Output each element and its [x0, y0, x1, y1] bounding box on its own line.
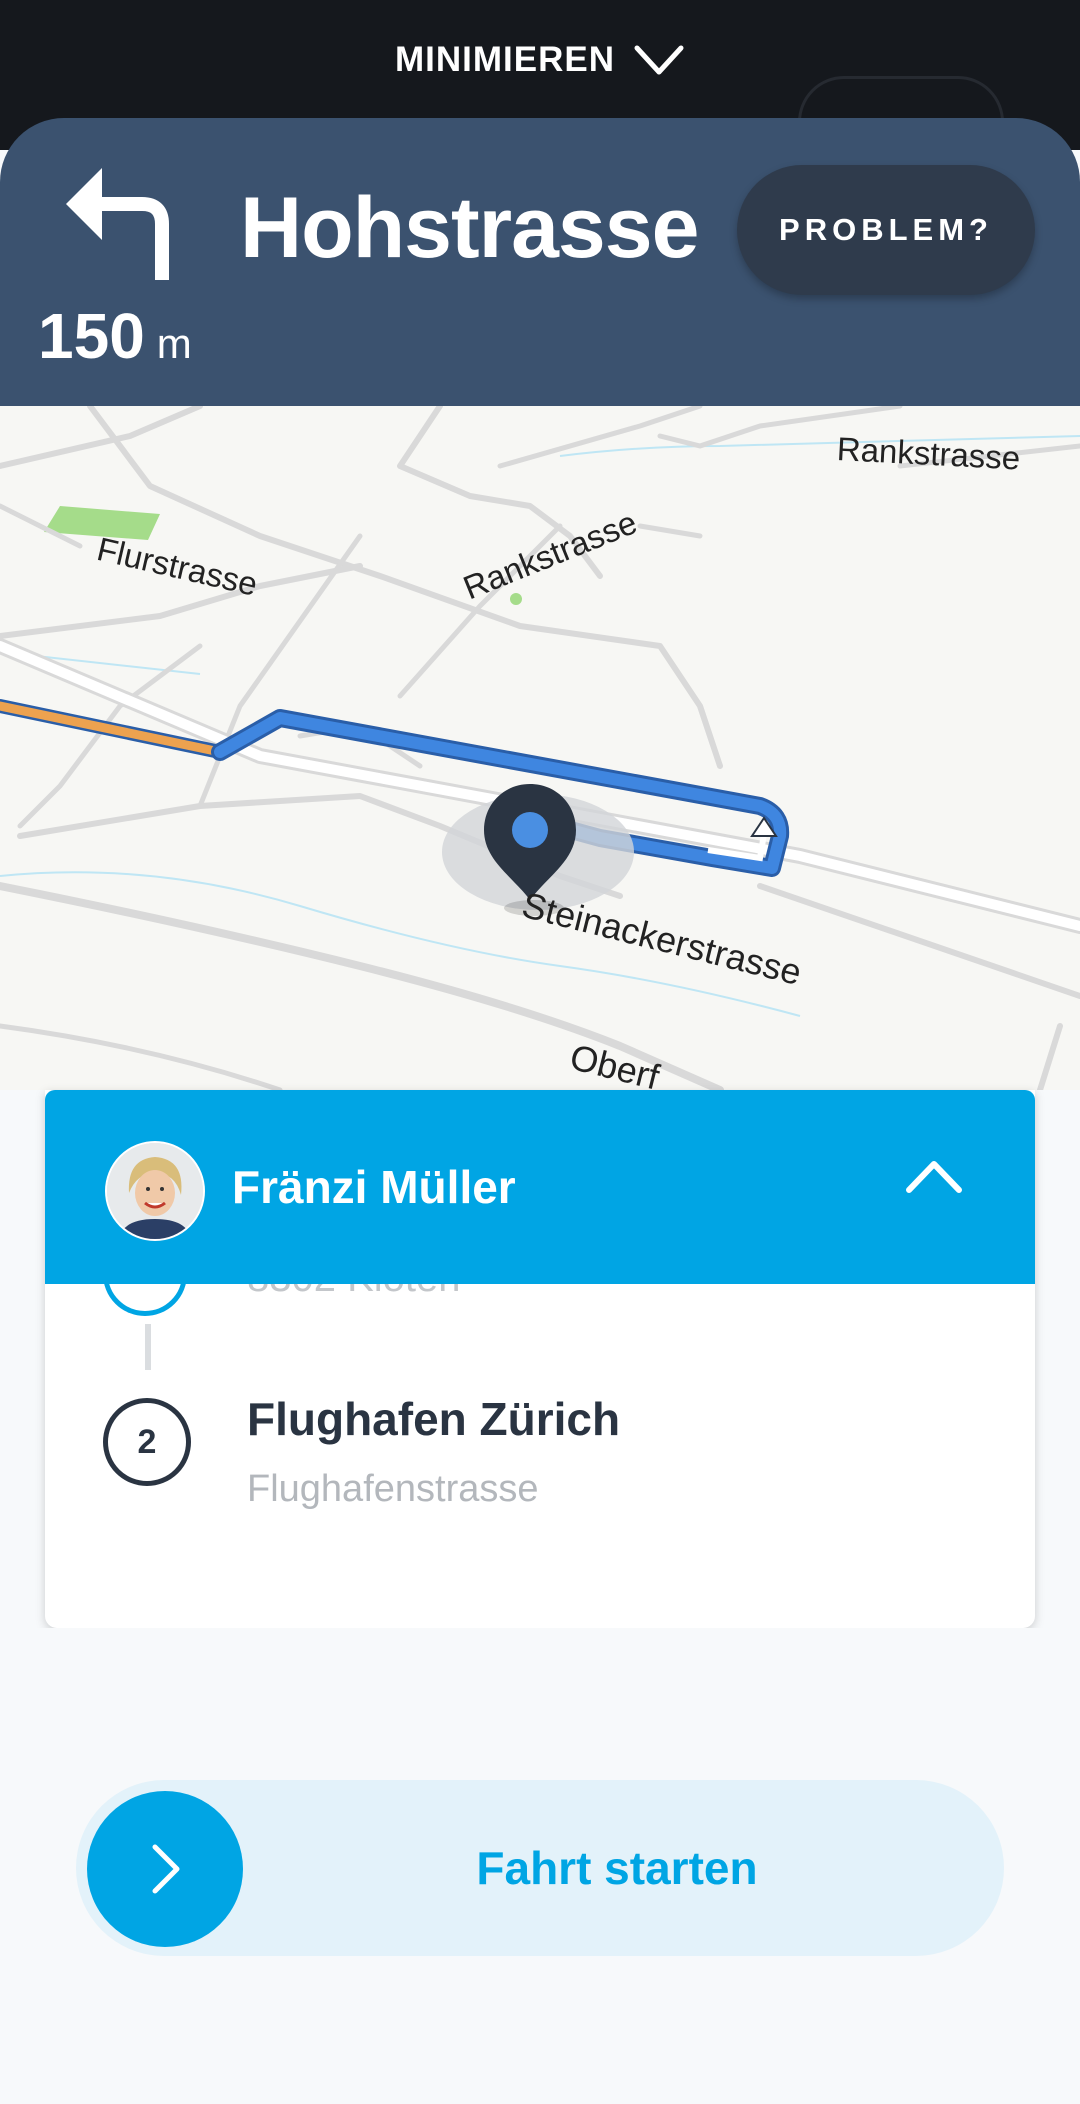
start-ride-label: Fahrt starten — [476, 1842, 758, 1894]
distance-value: 150 — [38, 300, 145, 372]
turn-left-icon — [66, 168, 169, 280]
distance-readout: 150 m — [38, 296, 192, 394]
distance-unit: m — [156, 320, 192, 367]
chevron-right-icon — [152, 1844, 180, 1894]
stop-title: Flughafen Zürich — [247, 1393, 621, 1445]
problem-button[interactable]: PROBLEM? — [737, 165, 1035, 295]
avatar-image — [107, 1143, 203, 1239]
minimize-button[interactable]: MINIMIEREN — [0, 30, 1080, 90]
avatar — [105, 1141, 205, 1241]
map-canvas — [0, 406, 1080, 1090]
map-view[interactable]: Rankstrasse Rankstrasse Flurstrasse Stei… — [0, 406, 1080, 1090]
slider-handle[interactable] — [87, 1791, 243, 1947]
passenger-header[interactable]: Fränzi Müller — [45, 1090, 1035, 1284]
street-name: Hohstrasse — [240, 180, 699, 276]
chevron-up-icon[interactable] — [903, 1156, 965, 1196]
stop-number-badge: 2 — [103, 1398, 191, 1486]
minimize-label: MINIMIEREN — [395, 40, 615, 79]
passenger-card: 8302 Kloten 2 Flughafen Zürich Flughafen… — [45, 1090, 1035, 1628]
stop-connector — [145, 1324, 151, 1370]
passenger-name: Fränzi Müller — [232, 1161, 516, 1213]
stop-subtitle: Flughafenstrasse — [247, 1468, 539, 1510]
chevron-down-icon — [634, 45, 684, 75]
